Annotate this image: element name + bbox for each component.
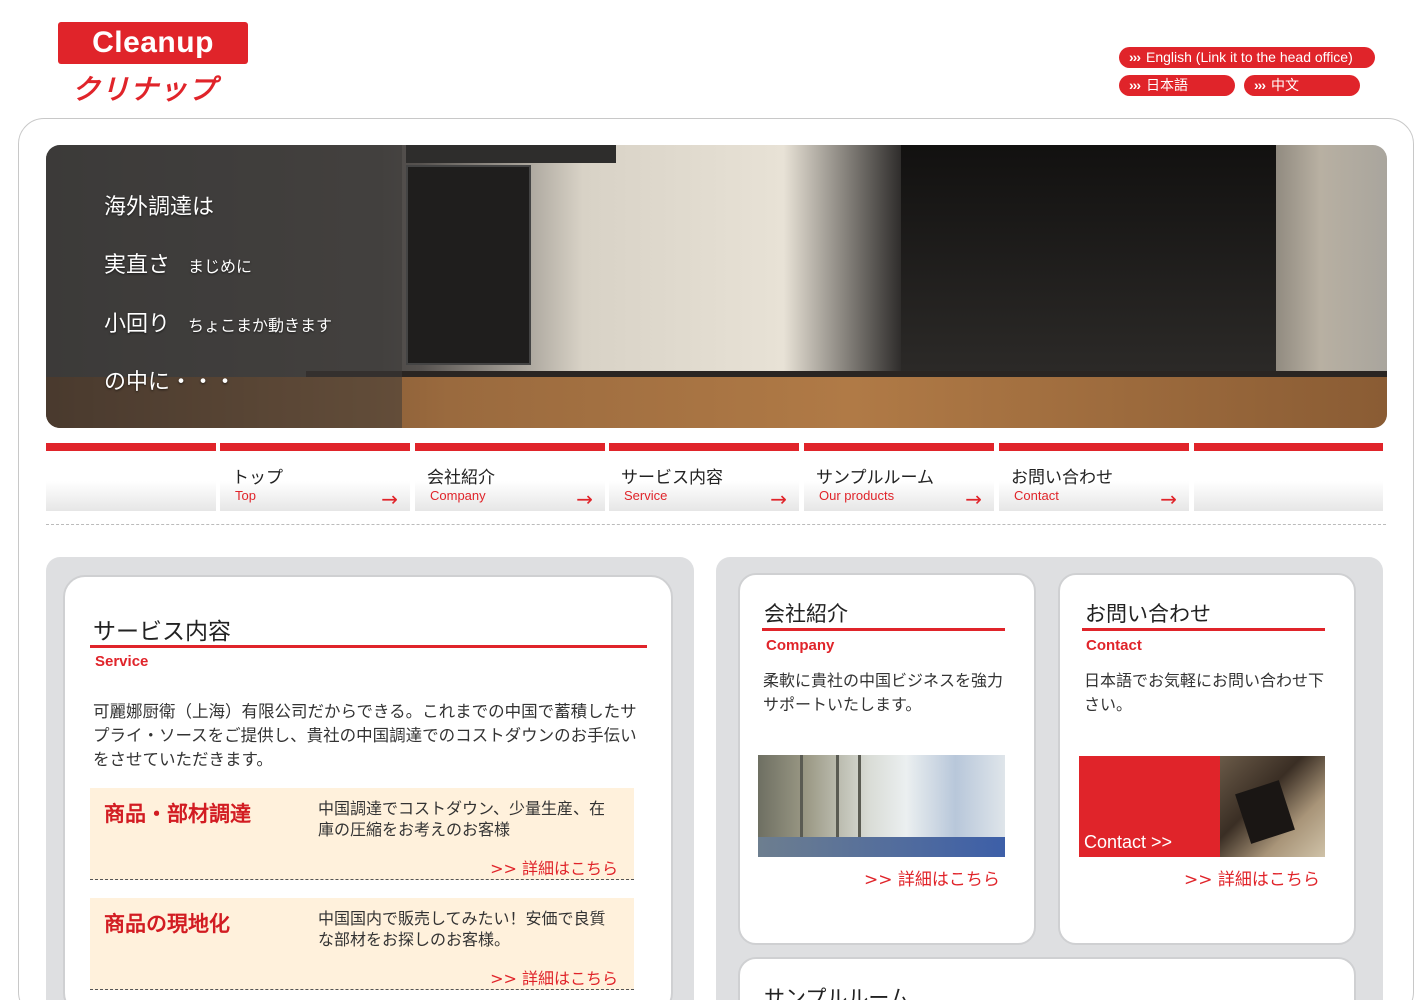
logo-kana: クリナップ xyxy=(72,73,218,106)
contact-detail-link[interactable]: >> 詳細はこちら xyxy=(1184,865,1320,890)
lang-english-link[interactable]: ››› English (Link it to the head office) xyxy=(1119,47,1375,68)
logo-wordmark: Cleanup xyxy=(58,22,248,64)
arrow-right-icon: → xyxy=(770,487,787,511)
nav-item-label: お問い合わせ xyxy=(1011,468,1113,488)
contact-subtitle: Contact xyxy=(1086,637,1142,654)
hero-line-3-sub: ちょこまか動きます xyxy=(188,316,333,335)
service-box-title: 商品の現地化 xyxy=(104,912,230,936)
hero-oven-shape xyxy=(406,165,531,365)
contact-desk-photo xyxy=(1220,756,1325,857)
hero-line-4-text: の中に・・・ xyxy=(104,370,237,395)
service-box-localization: 商品の現地化 中国国内で販売してみたい！安価で良質な部材をお探しのお客様。 >>… xyxy=(90,898,634,990)
company-detail-link[interactable]: >> 詳細はこちら xyxy=(864,865,1000,890)
service-box-title: 商品・部材調達 xyxy=(104,802,251,826)
service-box-detail-link[interactable]: >> 詳細はこちら xyxy=(490,855,618,879)
nav-divider xyxy=(46,524,1386,525)
nav-item-sublabel: Our products xyxy=(819,488,895,503)
hero-line-1-text: 海外調達は xyxy=(104,195,215,220)
chevrons-right-icon: ››› xyxy=(1254,77,1266,93)
hero-line-4: の中に・・・ xyxy=(104,364,236,396)
nav-item-label: トップ xyxy=(232,468,283,488)
arrow-right-icon: → xyxy=(381,487,398,511)
arrow-right-icon: → xyxy=(1160,487,1177,511)
lang-chinese-label: 中文 xyxy=(1271,77,1299,93)
nav-item-label: 会社紹介 xyxy=(427,468,495,488)
service-title-rule xyxy=(90,645,647,648)
hero-cabinet-shape xyxy=(901,145,1276,377)
nav-item-products[interactable]: サンプルルーム Our products → xyxy=(804,443,994,511)
nav-spacer-right xyxy=(1194,443,1383,511)
hero-hood-shape xyxy=(406,145,616,163)
nav-item-company[interactable]: 会社紹介 Company → xyxy=(415,443,605,511)
brand-logo[interactable]: Cleanup クリナップ xyxy=(58,22,248,108)
nav-item-top[interactable]: トップ Top → xyxy=(220,443,410,511)
nav-item-sublabel: Service xyxy=(624,488,668,503)
main-nav: トップ Top → 会社紹介 Company → サービス内容 Service … xyxy=(46,443,1383,513)
hero-line-2-sub: まじめに xyxy=(188,257,253,276)
service-title: サービス内容 xyxy=(93,619,231,645)
photo-floor xyxy=(758,837,1005,857)
nav-item-label: サービス内容 xyxy=(621,468,723,488)
hero-line-3-text: 小回り xyxy=(104,312,171,337)
company-title-rule xyxy=(762,628,1005,631)
nav-item-label: サンプルルーム xyxy=(816,468,934,488)
hero-banner: 海外調達は 実直さ まじめに 小回り ちょこまか動きます の中に・・・ xyxy=(46,145,1387,428)
service-subtitle: Service xyxy=(95,653,149,670)
arrow-right-icon: → xyxy=(576,487,593,511)
nav-item-sublabel: Top xyxy=(235,488,256,503)
nav-item-sublabel: Company xyxy=(430,488,486,503)
hero-line-2: 実直さ まじめに xyxy=(104,247,252,279)
company-subtitle: Company xyxy=(766,637,835,654)
service-box-desc: 中国調達でコストダウン、少量生産、在庫の圧縮をお考えのお客様 xyxy=(318,799,606,839)
hero-line-3: 小回り ちょこまか動きます xyxy=(104,306,332,338)
hero-line-2-text: 実直さ xyxy=(104,253,171,278)
chevrons-right-icon: ››› xyxy=(1129,49,1141,65)
service-intro: 可麗娜厨衛（上海）有限公司だからできる。これまでの中国で蓄積したサプライ・ソース… xyxy=(93,702,637,769)
company-desc: 柔軟に貴社の中国ビジネスを強力サポートいたします。 xyxy=(763,671,1004,714)
chevrons-right-icon: ››› xyxy=(1129,77,1141,93)
service-box-detail-link[interactable]: >> 詳細はこちら xyxy=(490,965,618,989)
nav-item-service[interactable]: サービス内容 Service → xyxy=(609,443,799,511)
nav-spacer-left xyxy=(46,443,216,511)
contact-desc: 日本語でお気軽にお問い合わせ下さい。 xyxy=(1084,671,1325,714)
nav-item-sublabel: Contact xyxy=(1014,488,1059,503)
service-box-desc: 中国国内で販売してみたい！安価で良質な部材をお探しのお客様。 xyxy=(318,909,606,949)
contact-title: お問い合わせ xyxy=(1085,602,1211,626)
contact-banner[interactable]: Contact >> xyxy=(1079,756,1325,857)
lang-chinese-link[interactable]: ››› 中文 xyxy=(1244,75,1360,96)
service-box-procurement: 商品・部材調達 中国調達でコストダウン、少量生産、在庫の圧縮をお考えのお客様 >… xyxy=(90,788,634,880)
contact-title-rule xyxy=(1082,628,1325,631)
sample-room-title: サンプルルーム xyxy=(764,986,910,1000)
company-office-photo[interactable] xyxy=(758,755,1005,857)
lang-japanese-link[interactable]: ››› 日本語 xyxy=(1119,75,1235,96)
arrow-right-icon: → xyxy=(965,487,982,511)
hero-line-1: 海外調達は xyxy=(104,189,214,221)
lang-english-label: English (Link it to the head office) xyxy=(1146,49,1353,65)
lang-japanese-label: 日本語 xyxy=(1146,77,1188,93)
contact-banner-label: Contact >> xyxy=(1084,832,1173,852)
nav-item-contact[interactable]: お問い合わせ Contact → xyxy=(999,443,1189,511)
photo-notebook xyxy=(1235,780,1295,844)
company-title: 会社紹介 xyxy=(764,602,848,626)
